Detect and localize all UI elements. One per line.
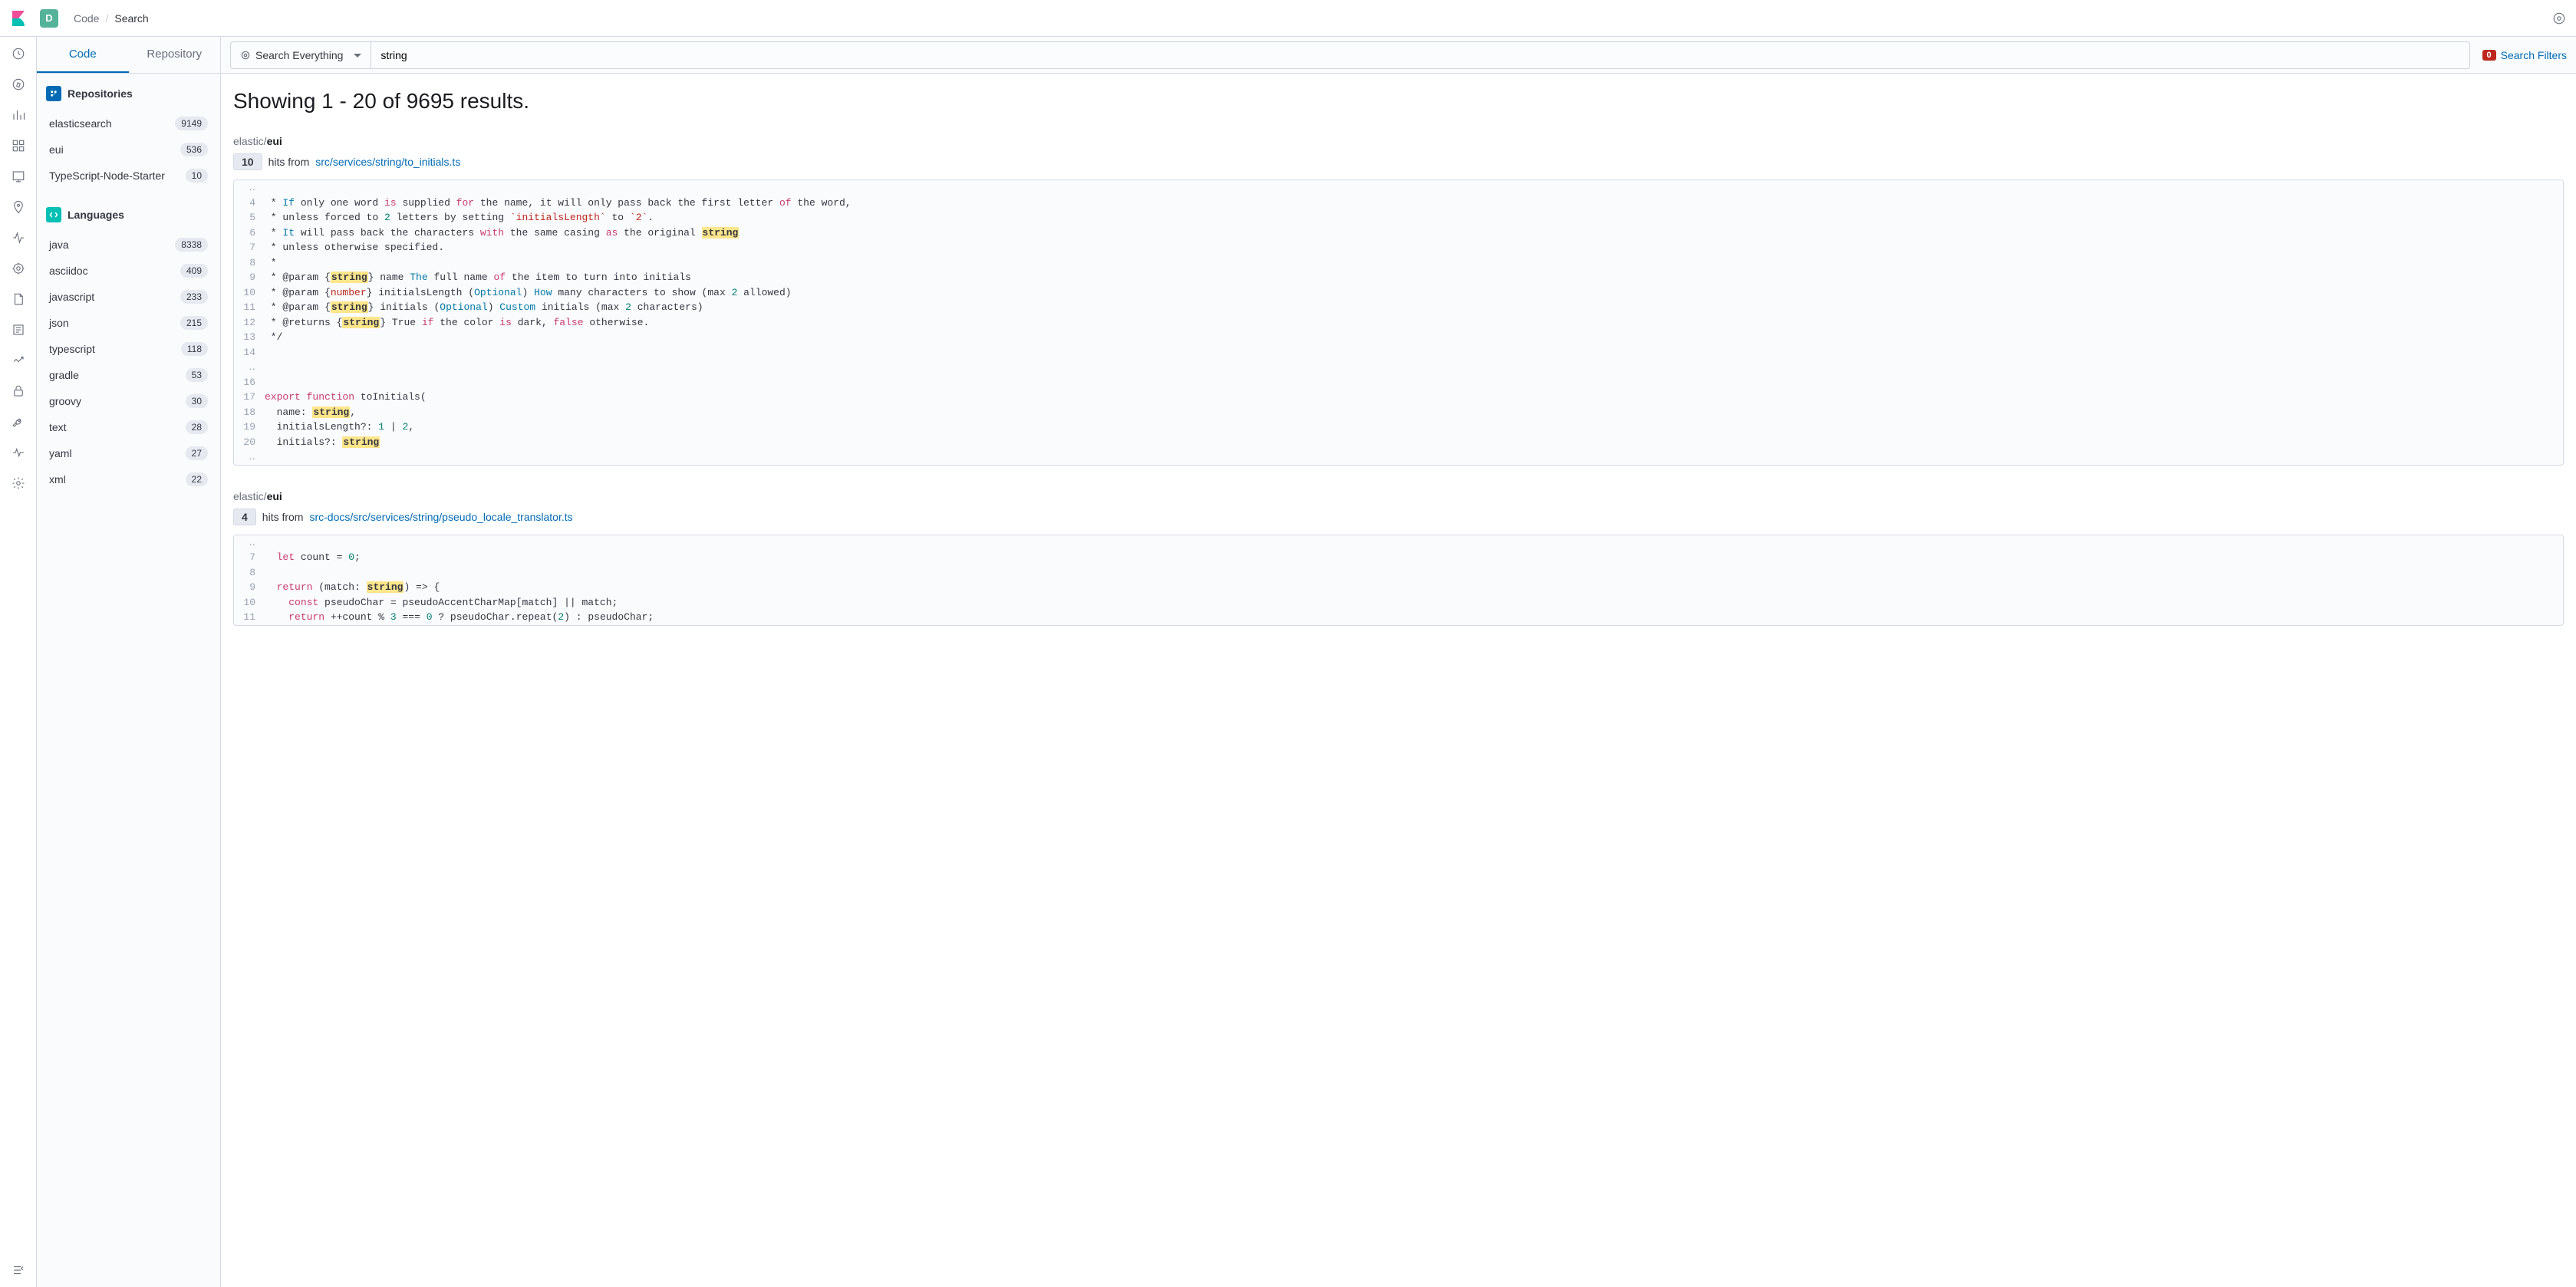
filter-count-badge: 0 <box>2482 50 2496 61</box>
result-hits: 10 hits from src/services/string/to_init… <box>233 153 2564 170</box>
uptime-icon[interactable] <box>11 353 26 368</box>
code-snippet[interactable]: ‥7 let count = 0;89 return (match: strin… <box>233 535 2564 626</box>
logs-icon[interactable] <box>11 291 26 307</box>
facet-item-repo[interactable]: eui536 <box>46 137 211 163</box>
tab-repository[interactable]: Repository <box>129 37 221 73</box>
result-hits: 4 hits from src-docs/src/services/string… <box>233 509 2564 525</box>
search-scope-label: Search Everything <box>255 49 343 61</box>
branch-icon <box>46 86 61 101</box>
visualize-icon[interactable] <box>11 107 26 123</box>
canvas-icon[interactable] <box>11 169 26 184</box>
search-input[interactable] <box>371 41 2469 69</box>
side-nav-rail <box>0 37 37 1287</box>
discover-icon[interactable] <box>11 77 26 92</box>
breadcrumb-current: Search <box>114 12 148 25</box>
code-icon <box>46 207 61 222</box>
facet-count: 10 <box>186 169 208 183</box>
facet-repositories: Repositories elasticsearch9149eui536Type… <box>46 86 211 189</box>
management-icon[interactable] <box>11 476 26 491</box>
facet-item-lang[interactable]: typescript118 <box>46 336 211 362</box>
facet-count: 233 <box>180 290 208 304</box>
facet-item-lang[interactable]: javascript233 <box>46 284 211 310</box>
code-snippet[interactable]: ‥4 * If only one word is supplied for th… <box>233 179 2564 466</box>
facet-count: 9149 <box>175 117 208 130</box>
facet-item-lang[interactable]: gradle53 <box>46 362 211 388</box>
facet-count: 27 <box>186 446 208 460</box>
collapse-nav-icon[interactable] <box>11 1262 26 1278</box>
facet-item-lang[interactable]: xml22 <box>46 466 211 492</box>
recent-icon[interactable] <box>11 46 26 61</box>
facet-count: 118 <box>181 342 208 356</box>
top-header: D Code / Search <box>0 0 2576 37</box>
devtools-icon[interactable] <box>11 414 26 430</box>
result-repo: elastic/eui <box>233 490 2564 502</box>
dashboard-icon[interactable] <box>11 138 26 153</box>
space-selector[interactable]: D <box>40 9 58 28</box>
facet-item-repo[interactable]: TypeScript-Node-Starter10 <box>46 163 211 189</box>
facet-count: 28 <box>186 420 208 434</box>
facet-item-lang[interactable]: yaml27 <box>46 440 211 466</box>
search-filters-toggle[interactable]: 0 Search Filters <box>2482 49 2567 61</box>
apm-icon[interactable] <box>11 322 26 337</box>
facet-count: 536 <box>180 143 208 156</box>
tabs-search-row: Code Repository Search Everything 0 Sear… <box>37 37 2576 74</box>
breadcrumb-separator: / <box>105 12 108 25</box>
facet-count: 53 <box>186 368 208 382</box>
maps-icon[interactable] <box>11 199 26 215</box>
results-heading: Showing 1 - 20 of 9695 results. <box>233 89 2564 114</box>
newsfeed-icon[interactable] <box>2551 11 2567 26</box>
facet-count: 22 <box>186 472 208 486</box>
results-panel: Showing 1 - 20 of 9695 results. elastic/… <box>221 74 2576 1287</box>
facets-sidebar: Repositories elasticsearch9149eui536Type… <box>37 74 221 1287</box>
facet-item-lang[interactable]: asciidoc409 <box>46 258 211 284</box>
search-scope-select[interactable]: Search Everything <box>230 41 371 69</box>
facet-count: 409 <box>180 264 208 278</box>
infra-icon[interactable] <box>11 261 26 276</box>
facet-item-repo[interactable]: elasticsearch9149 <box>46 110 211 137</box>
result-block: elastic/eui 4 hits from src-docs/src/ser… <box>233 490 2564 626</box>
result-path-link[interactable]: src/services/string/to_initials.ts <box>315 156 460 168</box>
result-repo: elastic/eui <box>233 135 2564 147</box>
siem-icon[interactable] <box>11 383 26 399</box>
facet-item-lang[interactable]: text28 <box>46 414 211 440</box>
kibana-logo[interactable] <box>9 9 28 28</box>
result-path-link[interactable]: src-docs/src/services/string/pseudo_loca… <box>309 511 572 523</box>
ml-icon[interactable] <box>11 230 26 245</box>
result-block: elastic/eui 10 hits from src/services/st… <box>233 135 2564 466</box>
facet-count: 30 <box>186 394 208 408</box>
breadcrumb-root[interactable]: Code <box>74 12 99 25</box>
facet-item-lang[interactable]: java8338 <box>46 232 211 258</box>
hits-count-badge: 10 <box>233 153 262 170</box>
facet-count: 8338 <box>175 238 208 252</box>
facet-languages: Languages java8338asciidoc409javascript2… <box>46 207 211 492</box>
facet-item-lang[interactable]: groovy30 <box>46 388 211 414</box>
code-tabs: Code Repository <box>37 37 221 73</box>
facet-count: 215 <box>180 316 208 330</box>
hits-count-badge: 4 <box>233 509 256 525</box>
tab-code[interactable]: Code <box>37 37 129 73</box>
breadcrumbs: Code / Search <box>74 12 149 25</box>
facet-item-lang[interactable]: json215 <box>46 310 211 336</box>
monitoring-icon[interactable] <box>11 445 26 460</box>
